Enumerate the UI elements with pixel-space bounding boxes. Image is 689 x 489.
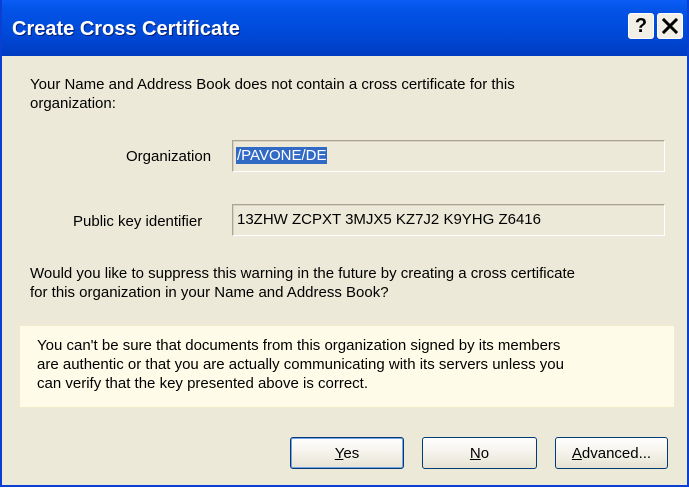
public-key-value: 13ZHW ZCPXT 3MJX5 KZ7J2 K9YHG Z6416 xyxy=(237,211,541,228)
close-icon xyxy=(662,18,678,34)
no-button[interactable]: No xyxy=(422,437,537,469)
warning-text: You can't be sure that documents from th… xyxy=(37,336,564,393)
help-button[interactable]: ? xyxy=(628,13,654,39)
organization-label: Organization xyxy=(126,148,212,165)
yes-label: Yes xyxy=(334,444,360,462)
organization-value: /PAVONE/DE xyxy=(236,147,328,164)
advanced-label: Advanced... xyxy=(571,444,652,462)
warning-line-1: You can't be sure that documents from th… xyxy=(37,337,561,354)
title-bar[interactable]: Create Cross Certificate ? xyxy=(2,0,687,56)
dialog-window: Create Cross Certificate ? Your Name and… xyxy=(0,0,689,487)
close-button[interactable] xyxy=(657,13,683,39)
no-label: No xyxy=(469,444,490,462)
intro-text: Your Name and Address Book does not cont… xyxy=(30,75,515,113)
question-line-2: for this organization in your Name and A… xyxy=(30,284,389,301)
warning-line-2: are authentic or that you are actually c… xyxy=(37,356,564,373)
question-line-1: Would you like to suppress this warning … xyxy=(30,265,575,282)
public-key-label: Public key identifier xyxy=(73,213,203,230)
intro-line-2: organization: xyxy=(30,95,116,112)
public-key-field[interactable]: 13ZHW ZCPXT 3MJX5 KZ7J2 K9YHG Z6416 xyxy=(232,204,665,236)
advanced-button[interactable]: Advanced... xyxy=(555,437,668,469)
organization-field[interactable]: /PAVONE/DE xyxy=(232,140,665,172)
help-icon: ? xyxy=(634,15,648,37)
dialog-title: Create Cross Certificate xyxy=(12,18,240,40)
yes-button[interactable]: Yes xyxy=(290,437,404,469)
intro-line-1: Your Name and Address Book does not cont… xyxy=(30,76,515,93)
question-text: Would you like to suppress this warning … xyxy=(30,264,575,302)
warning-line-3: can verify that the key presented above … xyxy=(37,375,369,392)
